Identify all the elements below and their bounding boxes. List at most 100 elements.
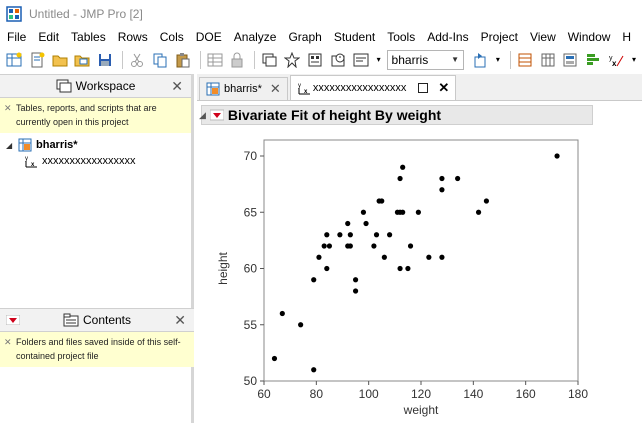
data-point: [316, 254, 322, 260]
menu-edit[interactable]: Edit: [32, 30, 65, 44]
y-tick-label: 50: [244, 374, 258, 388]
contents-hint-text: Folders and files saved inside of this s…: [16, 337, 181, 361]
menu-analyze[interactable]: Analyze: [228, 30, 283, 44]
dismiss-hint-icon[interactable]: ✕: [4, 335, 12, 349]
x-tick-label: 140: [463, 387, 483, 401]
menu-student[interactable]: Student: [328, 30, 381, 44]
journal-icon[interactable]: [305, 50, 325, 70]
cut-icon[interactable]: [127, 50, 147, 70]
menu-doe[interactable]: DOE: [190, 30, 228, 44]
contents-panel: Contents ✕ ✕ Folders and files saved ins…: [0, 308, 194, 367]
table-icon[interactable]: [205, 50, 225, 70]
workspace-hint-text: Tables, reports, and scripts that are cu…: [16, 103, 157, 127]
tabulate-icon[interactable]: [538, 50, 558, 70]
data-point: [352, 288, 359, 294]
data-table-icon: [206, 82, 220, 96]
menu-add-ins[interactable]: Add-Ins: [421, 30, 474, 44]
data-point: [439, 175, 445, 182]
close-tab-icon[interactable]: ✕: [438, 80, 449, 96]
menu-cols[interactable]: Cols: [154, 30, 190, 44]
lock-icon[interactable]: [228, 50, 248, 70]
data-point: [360, 209, 367, 215]
data-point: [415, 209, 421, 215]
data-point: [311, 277, 317, 283]
window-list-icon[interactable]: [259, 50, 279, 70]
toolbar: ▾ bharris ▼ ▾ yx ▾: [0, 47, 642, 72]
plot-frame: [263, 139, 579, 382]
dropdown-chevron-icon[interactable]: ▾: [374, 50, 384, 70]
data-point: [324, 265, 330, 272]
data-point: [379, 198, 385, 204]
table-select[interactable]: bharris ▼: [386, 49, 465, 70]
x-tick-label: 80: [310, 387, 324, 401]
workspace-title: Workspace: [75, 79, 136, 93]
expand-triangle-icon[interactable]: ◢: [6, 141, 16, 150]
toolbar-separator: [509, 50, 511, 69]
new-table-icon[interactable]: [4, 50, 24, 70]
menu-help[interactable]: H: [616, 30, 637, 44]
red-triangle-menu-icon[interactable]: [6, 315, 20, 325]
close-contents-icon[interactable]: ✕: [174, 312, 186, 329]
data-point: [347, 232, 353, 238]
toolbar-separator: [254, 50, 256, 69]
red-triangle-menu-icon[interactable]: [209, 109, 224, 121]
menu-file[interactable]: File: [0, 30, 32, 44]
tab-report[interactable]: yx xxxxxxxxxxxxxxxxx ✕: [289, 75, 457, 100]
output-icon[interactable]: [351, 50, 371, 70]
dropdown-chevron-icon[interactable]: ▾: [629, 50, 639, 70]
dismiss-hint-icon[interactable]: ✕: [4, 101, 12, 115]
data-point: [326, 243, 333, 249]
x-tick-label: 60: [257, 387, 271, 401]
chevron-down-icon: ▼: [451, 55, 460, 64]
report-outline-header[interactable]: ◢ Bivariate Fit of height By weight: [199, 105, 593, 125]
close-workspace-icon[interactable]: ✕: [171, 78, 183, 95]
menu-rows[interactable]: Rows: [112, 30, 154, 44]
bar-chart-icon[interactable]: [583, 50, 603, 70]
tab-data-table[interactable]: bharris* ✕: [199, 77, 288, 100]
menu-project[interactable]: Project: [475, 30, 524, 44]
data-point: [352, 277, 359, 283]
fit-y-by-x-icon[interactable]: yx: [606, 50, 626, 70]
y-tick-label: 55: [244, 318, 258, 332]
distribution-icon[interactable]: [515, 50, 535, 70]
svg-text:x: x: [612, 59, 617, 68]
data-point: [387, 232, 393, 238]
contents-hint: ✕ Folders and files saved inside of this…: [0, 332, 194, 367]
x-tick-label: 180: [568, 387, 588, 401]
workspace-icon: [56, 79, 72, 93]
tree-item-table[interactable]: ◢ bharris*: [0, 137, 191, 153]
menu-graph[interactable]: Graph: [282, 30, 327, 44]
dropdown-chevron-icon[interactable]: ▾: [493, 50, 503, 70]
collapse-triangle-icon[interactable]: ◢: [199, 110, 206, 121]
run-script-icon[interactable]: [470, 50, 490, 70]
data-view-icon[interactable]: [560, 50, 580, 70]
data-point: [311, 367, 317, 373]
scatter-plot[interactable]: 60 80 100 120 140 160 180 50 55 60 65 70 weight heigh…: [197, 130, 642, 423]
title-bar: Untitled - JMP Pro [2]: [0, 0, 642, 27]
menu-window[interactable]: Window: [562, 30, 617, 44]
x-axis-label: weight: [403, 403, 439, 417]
x-tick-label: 100: [359, 387, 379, 401]
data-point: [400, 209, 406, 215]
tree-item-report[interactable]: yx xxxxxxxxxxxxxxxxx: [0, 153, 191, 169]
menu-tools[interactable]: Tools: [381, 30, 421, 44]
close-tab-icon[interactable]: ✕: [270, 81, 281, 97]
copy-icon[interactable]: [150, 50, 170, 70]
menu-view[interactable]: View: [524, 30, 562, 44]
log-icon[interactable]: [328, 50, 348, 70]
tree-item-report-label: xxxxxxxxxxxxxxxxx: [42, 155, 136, 167]
data-point: [279, 310, 285, 317]
paste-icon[interactable]: [173, 50, 193, 70]
data-point: [298, 322, 304, 328]
favorites-icon[interactable]: [282, 50, 302, 70]
data-point: [381, 254, 387, 260]
open-data-icon[interactable]: [73, 50, 93, 70]
document-pane: bharris* ✕ yx xxxxxxxxxxxxxxxxx ✕ ◢ Biva…: [197, 74, 642, 423]
maximize-icon[interactable]: [418, 83, 429, 93]
data-point: [455, 175, 461, 182]
open-folder-icon[interactable]: [50, 50, 70, 70]
menu-tables[interactable]: Tables: [65, 30, 112, 44]
save-icon[interactable]: [95, 50, 115, 70]
y-tick-label: 65: [244, 205, 258, 219]
new-script-icon[interactable]: [27, 50, 47, 70]
